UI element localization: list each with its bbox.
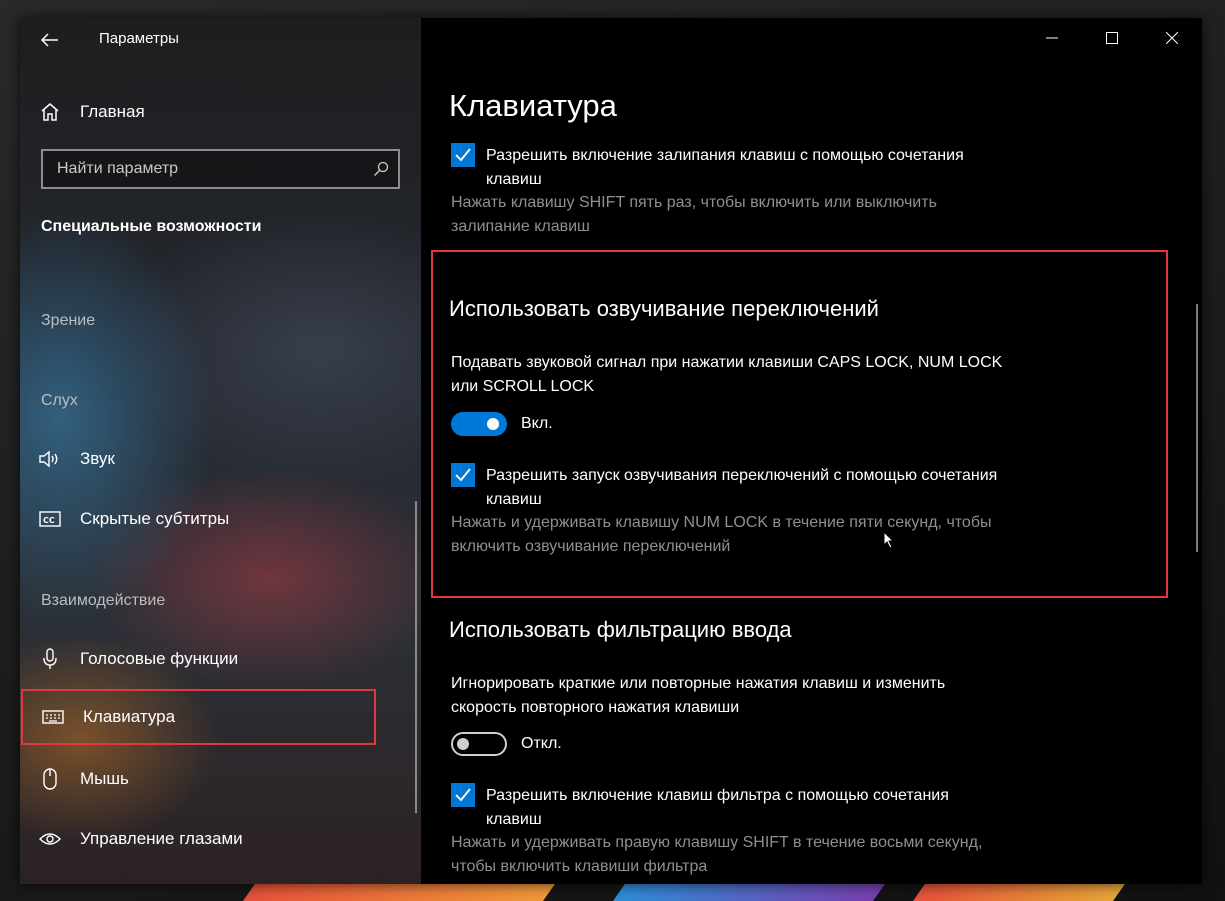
sidebar: Параметры Главная Специальные возможност… [20,18,421,884]
minimize-icon [1046,37,1058,39]
maximize-icon [1106,32,1118,44]
toggle-keys-description: Подавать звуковой сигнал при нажатии кла… [451,354,1003,395]
section-title: Специальные возможности [41,218,262,235]
closed-captions-icon: CC [20,511,80,527]
sticky-keys-help: Нажать клавишу SHIFT пять раз, чтобы вкл… [451,194,937,235]
close-icon [1166,32,1178,44]
microphone-icon [20,648,80,670]
back-arrow-icon [41,33,58,47]
wallpaper-stripe [912,881,1128,901]
sidebar-item-label: Клавиатура [83,707,176,726]
sticky-keys-shortcut-checkbox[interactable] [451,143,475,167]
sidebar-item-label: Главная [80,102,145,121]
toggle-keys-heading: Использовать озвучивание переключений [449,296,879,321]
group-header-hearing: Слух [41,392,78,409]
filter-keys-description: Игнорировать краткие или повторные нажат… [451,675,946,716]
search-box[interactable] [41,149,400,189]
filter-keys-help: Нажать и удерживать правую клавишу SHIFT… [451,834,983,875]
sticky-keys-shortcut-label: Разрешить включение залипания клавиш с п… [486,147,964,188]
svg-text:CC: CC [43,516,55,525]
filter-keys-shortcut-checkbox[interactable] [451,783,475,807]
sidebar-item-label: Управление глазами [80,829,243,848]
toggle-keys-toggle-row: Вкл. [451,412,553,436]
sidebar-item-label: Голосовые функции [80,649,239,668]
sidebar-item-speech[interactable]: Голосовые функции [20,637,421,681]
page-title: Клавиатура [449,88,617,123]
app-title: Параметры [99,30,179,47]
checkmark-icon [455,468,471,482]
back-button[interactable] [34,26,66,54]
sidebar-item-closed-captions[interactable]: CC Скрытые субтитры [20,497,421,541]
filter-keys-toggle-row: Откл. [451,732,562,756]
sidebar-item-label: Мышь [80,769,129,788]
maximize-button[interactable] [1082,18,1142,58]
sidebar-item-eye-control[interactable]: Управление глазами [20,817,421,861]
mouse-cursor-icon [883,530,895,554]
filter-keys-shortcut-label: Разрешить включение клавиш фильтра с пом… [486,787,949,828]
filter-keys-heading: Использовать фильтрацию ввода [449,617,792,642]
sidebar-item-home[interactable]: Главная [20,94,421,130]
checkmark-icon [455,148,471,162]
sticky-keys-shortcut-row: Разрешить включение залипания клавиш с п… [451,143,1006,192]
toggle-keys-shortcut-checkbox[interactable] [451,463,475,487]
toggle-knob [487,418,499,430]
close-button[interactable] [1142,18,1202,58]
keyboard-icon [23,710,83,724]
sidebar-item-keyboard[interactable]: Клавиатура [21,689,376,745]
search-input[interactable] [43,160,364,178]
search-icon[interactable] [364,161,398,177]
sidebar-item-sound[interactable]: Звук [20,437,421,481]
sidebar-item-label: Скрытые субтитры [80,509,230,528]
checkmark-icon [455,788,471,802]
toggle-knob [457,738,469,750]
sidebar-titlebar: Параметры [20,18,421,62]
group-header-interaction: Взаимодействие [41,592,166,609]
toggle-keys-switch[interactable] [451,412,507,436]
sidebar-scrollbar[interactable] [415,501,417,813]
filter-keys-state: Откл. [521,735,562,752]
toggle-keys-shortcut-label: Разрешить запуск озвучивания переключени… [486,467,998,508]
toggle-keys-shortcut-row: Разрешить запуск озвучивания переключени… [451,463,1006,512]
toggle-keys-state: Вкл. [521,415,553,432]
home-icon [20,102,80,122]
settings-window: Параметры Главная Специальные возможност… [20,18,1202,884]
eye-icon [20,831,80,847]
minimize-button[interactable] [1022,18,1082,58]
filter-keys-shortcut-row: Разрешить включение клавиш фильтра с пом… [451,783,1006,832]
mouse-icon [20,768,80,790]
speaker-icon [20,450,80,468]
sidebar-item-label: Звук [80,449,115,468]
content-pane: Клавиатура Разрешить включение залипания… [421,18,1202,884]
sidebar-item-mouse[interactable]: Мышь [20,757,421,801]
filter-keys-switch[interactable] [451,732,507,756]
toggle-keys-help: Нажать и удерживать клавишу NUM LOCK в т… [451,514,992,555]
content-scrollbar[interactable] [1196,304,1198,552]
group-header-vision: Зрение [41,312,96,329]
window-controls [1022,18,1202,58]
wallpaper-stripe [242,881,558,901]
wallpaper-stripe [612,881,888,901]
